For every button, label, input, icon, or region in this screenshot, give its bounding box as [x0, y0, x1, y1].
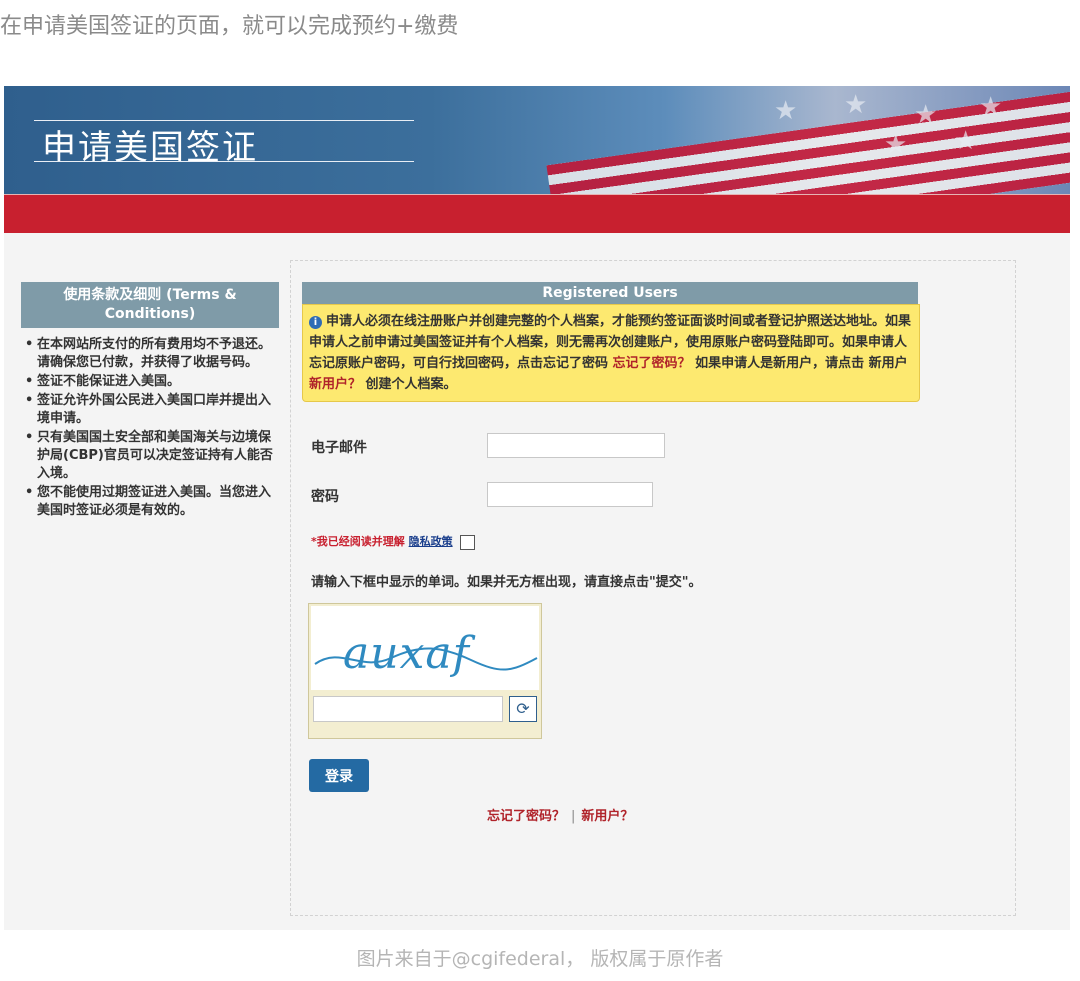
registration-notice: i 申请人必须在线注册账户并创建完整的个人档案，才能预约签证面谈时间或者登记护照送…: [302, 304, 920, 402]
login-button[interactable]: 登录: [309, 759, 369, 792]
privacy-agreement: *我已经阅读并理解 隐私政策: [311, 533, 476, 550]
forgot-password-link[interactable]: 忘记了密码？: [487, 809, 565, 824]
terms-sidebar: 使用条款及细则 (Terms & Conditions) 在本网站所支付的所有费…: [21, 282, 279, 521]
terms-item: 您不能使用过期签证进入美国。当您进入美国时签证必须是有效的。: [21, 484, 279, 520]
privacy-policy-link[interactable]: 隐私政策: [409, 535, 453, 548]
captcha-widget: auxaf ⟳: [308, 603, 542, 739]
terms-heading: 使用条款及细则 (Terms & Conditions): [21, 282, 279, 328]
terms-item: 只有美国国土安全部和美国海关与边境保护局(CBP)官员可以决定签证持有人能否入境…: [21, 429, 279, 483]
agreement-text: *我已经阅读并理解: [311, 535, 405, 548]
article-caption-top: 在申请美国签证的页面，就可以完成预约+缴费: [0, 14, 459, 39]
star-decoration: ★: [954, 126, 978, 156]
star-decoration: ★: [844, 90, 868, 120]
notice-text: 如果申请人是新用户，请点击 新用户: [695, 356, 908, 371]
article-caption-bottom: 图片来自于@cgifederal， 版权属于原作者: [356, 948, 724, 970]
banner-rule-bottom: [34, 161, 414, 162]
captcha-input[interactable]: [313, 696, 503, 722]
email-label: 电子邮件: [311, 440, 367, 456]
new-user-link[interactable]: 新用户？: [581, 809, 633, 824]
password-label: 密码: [311, 489, 339, 505]
email-field[interactable]: [487, 433, 665, 458]
star-decoration: ★: [979, 92, 1003, 122]
star-decoration: ★: [884, 130, 908, 160]
notice-text: 创建个人档案。: [365, 377, 457, 392]
notice-new-user-link[interactable]: 新用户？: [309, 377, 361, 392]
captcha-image: auxaf: [311, 606, 539, 690]
link-separator: |: [571, 809, 576, 824]
terms-item: 在本网站所支付的所有费用均不予退还。请确保您已付款，并获得了收据号码。: [21, 336, 279, 372]
visa-site-screenshot: ★ ★ ★ ★ ★ ★ 申请美国签证 使用条款及细则 (Terms & Cond…: [4, 86, 1070, 930]
terms-item: 签证允许外国公民进入美国口岸并提出入境申请。: [21, 392, 279, 428]
password-field[interactable]: [487, 482, 653, 507]
notice-forgot-link[interactable]: 忘记了密码？: [613, 356, 691, 371]
refresh-icon[interactable]: ⟳: [509, 696, 537, 722]
login-panel: Registered Users i 申请人必须在线注册账户并创建完整的个人档案，…: [290, 260, 1016, 916]
privacy-checkbox[interactable]: [460, 534, 476, 550]
site-banner: ★ ★ ★ ★ ★ ★ 申请美国签证: [4, 86, 1070, 194]
captcha-instructions: 请输入下框中显示的单词。如果并无方框出现，请直接点击"提交"。: [311, 575, 702, 590]
star-decoration: ★: [914, 100, 938, 130]
terms-item: 签证不能保证进入美国。: [21, 373, 279, 391]
red-band: [4, 194, 1070, 233]
info-icon: i: [309, 316, 322, 329]
star-decoration: ★: [774, 96, 798, 126]
bottom-links: 忘记了密码？ | 新用户？: [487, 805, 633, 824]
captcha-word: auxaf: [343, 628, 470, 679]
registered-users-heading: Registered Users: [302, 282, 918, 304]
terms-list: 在本网站所支付的所有费用均不予退还。请确保您已付款，并获得了收据号码。 签证不能…: [21, 336, 279, 520]
